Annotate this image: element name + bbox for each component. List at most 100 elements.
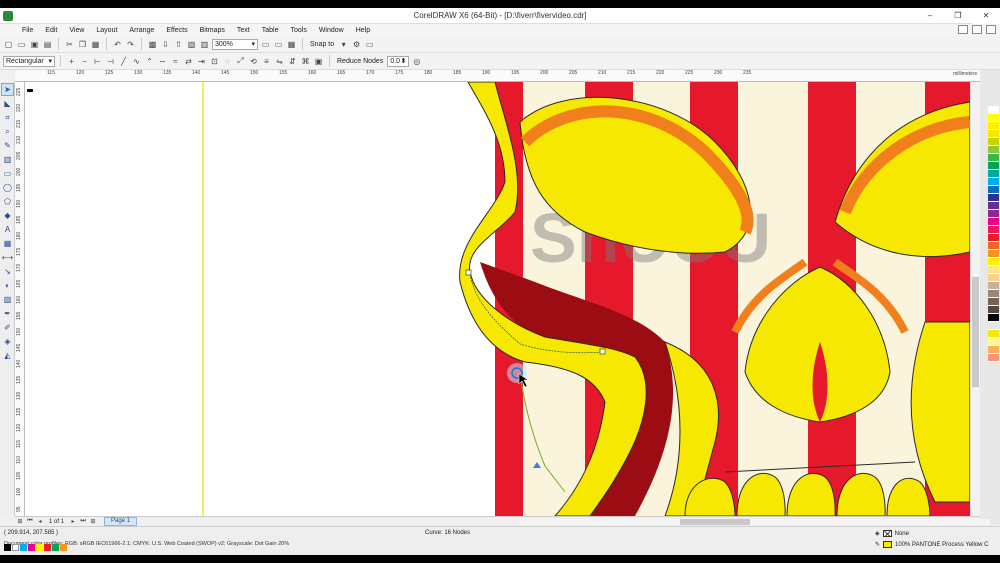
palette-swatch[interactable] (988, 322, 999, 330)
vertical-scrollbar[interactable] (970, 82, 980, 516)
save-icon[interactable]: ▣ (29, 39, 40, 50)
palette-swatch[interactable] (988, 346, 999, 354)
palette-swatch[interactable] (988, 106, 999, 114)
add-page-icon[interactable]: ⊞ (15, 518, 25, 525)
menu-effects[interactable]: Effects (160, 27, 193, 34)
menu-bitmaps[interactable]: Bitmaps (194, 27, 231, 34)
palette-swatch[interactable] (988, 314, 999, 322)
to-curve-icon[interactable]: ∿ (131, 56, 142, 67)
dimension-tool-icon[interactable]: ⟷ (1, 251, 14, 264)
close-button[interactable]: ✕ (972, 8, 1000, 24)
palette-swatch[interactable] (988, 186, 999, 194)
open-icon[interactable]: ▭ (16, 39, 27, 50)
palette-swatch[interactable] (988, 226, 999, 234)
add-node-icon[interactable]: + (66, 56, 77, 67)
publish-pdf-icon[interactable]: ▧ (186, 39, 197, 50)
select-all-nodes-icon[interactable]: ▣ (313, 56, 324, 67)
snap-to-dropdown[interactable]: Snap to (308, 41, 336, 48)
doc-palette-swatch[interactable] (12, 544, 19, 551)
options-icon[interactable]: ⚙ (351, 39, 362, 50)
reverse-direction-icon[interactable]: ⇄ (183, 56, 194, 67)
outline-indicator[interactable]: ◈ None (875, 530, 909, 537)
elastic-mode-icon[interactable]: ⌘ (300, 56, 311, 67)
interactive-fill-tool-icon[interactable]: ◭ (1, 349, 14, 362)
break-curve-icon[interactable]: ⊣ (105, 56, 116, 67)
join-nodes-icon[interactable]: ⊢ (92, 56, 103, 67)
first-page-icon[interactable]: ⏮ (25, 518, 35, 525)
crop-tool-icon[interactable]: ⌗ (1, 111, 14, 124)
curve-smoothness-icon[interactable]: ◎ (411, 56, 422, 67)
palette-swatch[interactable] (988, 274, 999, 282)
doc-palette-swatch[interactable] (28, 544, 35, 551)
outline-pen-tool-icon[interactable]: ✐ (1, 321, 14, 334)
stretch-nodes-icon[interactable]: ⤢ (235, 56, 246, 67)
doc-palette-swatch[interactable] (20, 544, 27, 551)
vertical-ruler[interactable]: 225 220 215 210 205 200 195 190 185 180 … (15, 82, 25, 516)
copy-icon[interactable]: ❐ (77, 39, 88, 50)
zoom-level-dropdown[interactable]: 300% ▾ (212, 38, 258, 50)
curve-node[interactable] (465, 269, 472, 276)
palette-swatch[interactable] (988, 330, 999, 338)
palette-swatch[interactable] (988, 242, 999, 250)
blend-tool-icon[interactable]: ◐ (1, 279, 14, 292)
cusp-node-icon[interactable]: ⌃ (144, 56, 155, 67)
symmetrical-node-icon[interactable]: ≈ (170, 56, 181, 67)
close-curve-icon[interactable]: ◌ (222, 56, 233, 67)
palette-swatch[interactable] (988, 122, 999, 130)
search-content-icon[interactable]: ▩ (147, 39, 158, 50)
horizontal-ruler[interactable]: 115 120 125 130 135 140 145 150 155 160 … (15, 70, 980, 82)
freehand-tool-icon[interactable]: ✎ (1, 139, 14, 152)
show-rulers-icon[interactable]: ▭ (273, 39, 284, 50)
selection-mode-dropdown[interactable]: Rectangular ▾ (3, 55, 55, 67)
menu-help[interactable]: Help (350, 27, 376, 34)
last-page-icon[interactable]: ⏭ (78, 518, 88, 525)
prev-page-icon[interactable]: ◂ (35, 518, 45, 525)
fill-indicator[interactable]: ✎ 100% PANTONE Process Yellow C (875, 541, 989, 548)
extend-curve-icon[interactable]: ⇥ (196, 56, 207, 67)
new-document-icon[interactable]: ▢ (3, 39, 14, 50)
print-icon[interactable]: ▤ (42, 39, 53, 50)
chevron-down-icon[interactable]: ▾ (338, 39, 349, 50)
doc-palette-swatch[interactable] (52, 544, 59, 551)
import-icon[interactable]: ⇩ (160, 39, 171, 50)
palette-swatch[interactable] (988, 146, 999, 154)
to-line-icon[interactable]: ╱ (118, 56, 129, 67)
menu-arrange[interactable]: Arrange (123, 27, 160, 34)
basic-shapes-tool-icon[interactable]: ◆ (1, 209, 14, 222)
rectangle-tool-icon[interactable]: ▭ (1, 167, 14, 180)
palette-swatch[interactable] (988, 162, 999, 170)
undo-icon[interactable]: ↶ (112, 39, 123, 50)
minimize-button[interactable]: – (916, 8, 944, 24)
polygon-tool-icon[interactable]: ⬠ (1, 195, 14, 208)
paste-icon[interactable]: ▦ (90, 39, 101, 50)
connector-tool-icon[interactable]: ↘ (1, 265, 14, 278)
zoom-tool-icon[interactable]: ⌕ (1, 125, 14, 138)
drawing-canvas[interactable]: ShUUU (25, 82, 970, 516)
palette-swatch[interactable] (988, 170, 999, 178)
palette-swatch[interactable] (988, 290, 999, 298)
reflect-nodes-v-icon[interactable]: ⇵ (287, 56, 298, 67)
align-nodes-icon[interactable]: ≡ (261, 56, 272, 67)
redo-icon[interactable]: ↷ (125, 39, 136, 50)
full-screen-preview-icon[interactable]: ▭ (260, 39, 271, 50)
doc-palette-swatch[interactable] (36, 544, 43, 551)
palette-swatch[interactable] (988, 250, 999, 258)
palette-swatch[interactable] (988, 218, 999, 226)
palette-swatch[interactable] (988, 258, 999, 266)
palette-swatch[interactable] (988, 354, 999, 362)
cut-icon[interactable]: ✂ (64, 39, 75, 50)
menu-table[interactable]: Table (256, 27, 285, 34)
palette-swatch[interactable] (988, 282, 999, 290)
menu-tools[interactable]: Tools (284, 27, 312, 34)
table-tool-icon[interactable]: ▦ (1, 237, 14, 250)
extract-subpath-icon[interactable]: ⊡ (209, 56, 220, 67)
reflect-nodes-h-icon[interactable]: ⇋ (274, 56, 285, 67)
show-grid-icon[interactable]: ▦ (286, 39, 297, 50)
menu-edit[interactable]: Edit (39, 27, 63, 34)
palette-swatch[interactable] (988, 194, 999, 202)
doc-restore-icon[interactable] (972, 25, 982, 34)
delete-node-icon[interactable]: − (79, 56, 90, 67)
ellipse-tool-icon[interactable]: ◯ (1, 181, 14, 194)
doc-palette-swatch[interactable] (44, 544, 51, 551)
application-launcher-icon[interactable]: ▥ (199, 39, 210, 50)
